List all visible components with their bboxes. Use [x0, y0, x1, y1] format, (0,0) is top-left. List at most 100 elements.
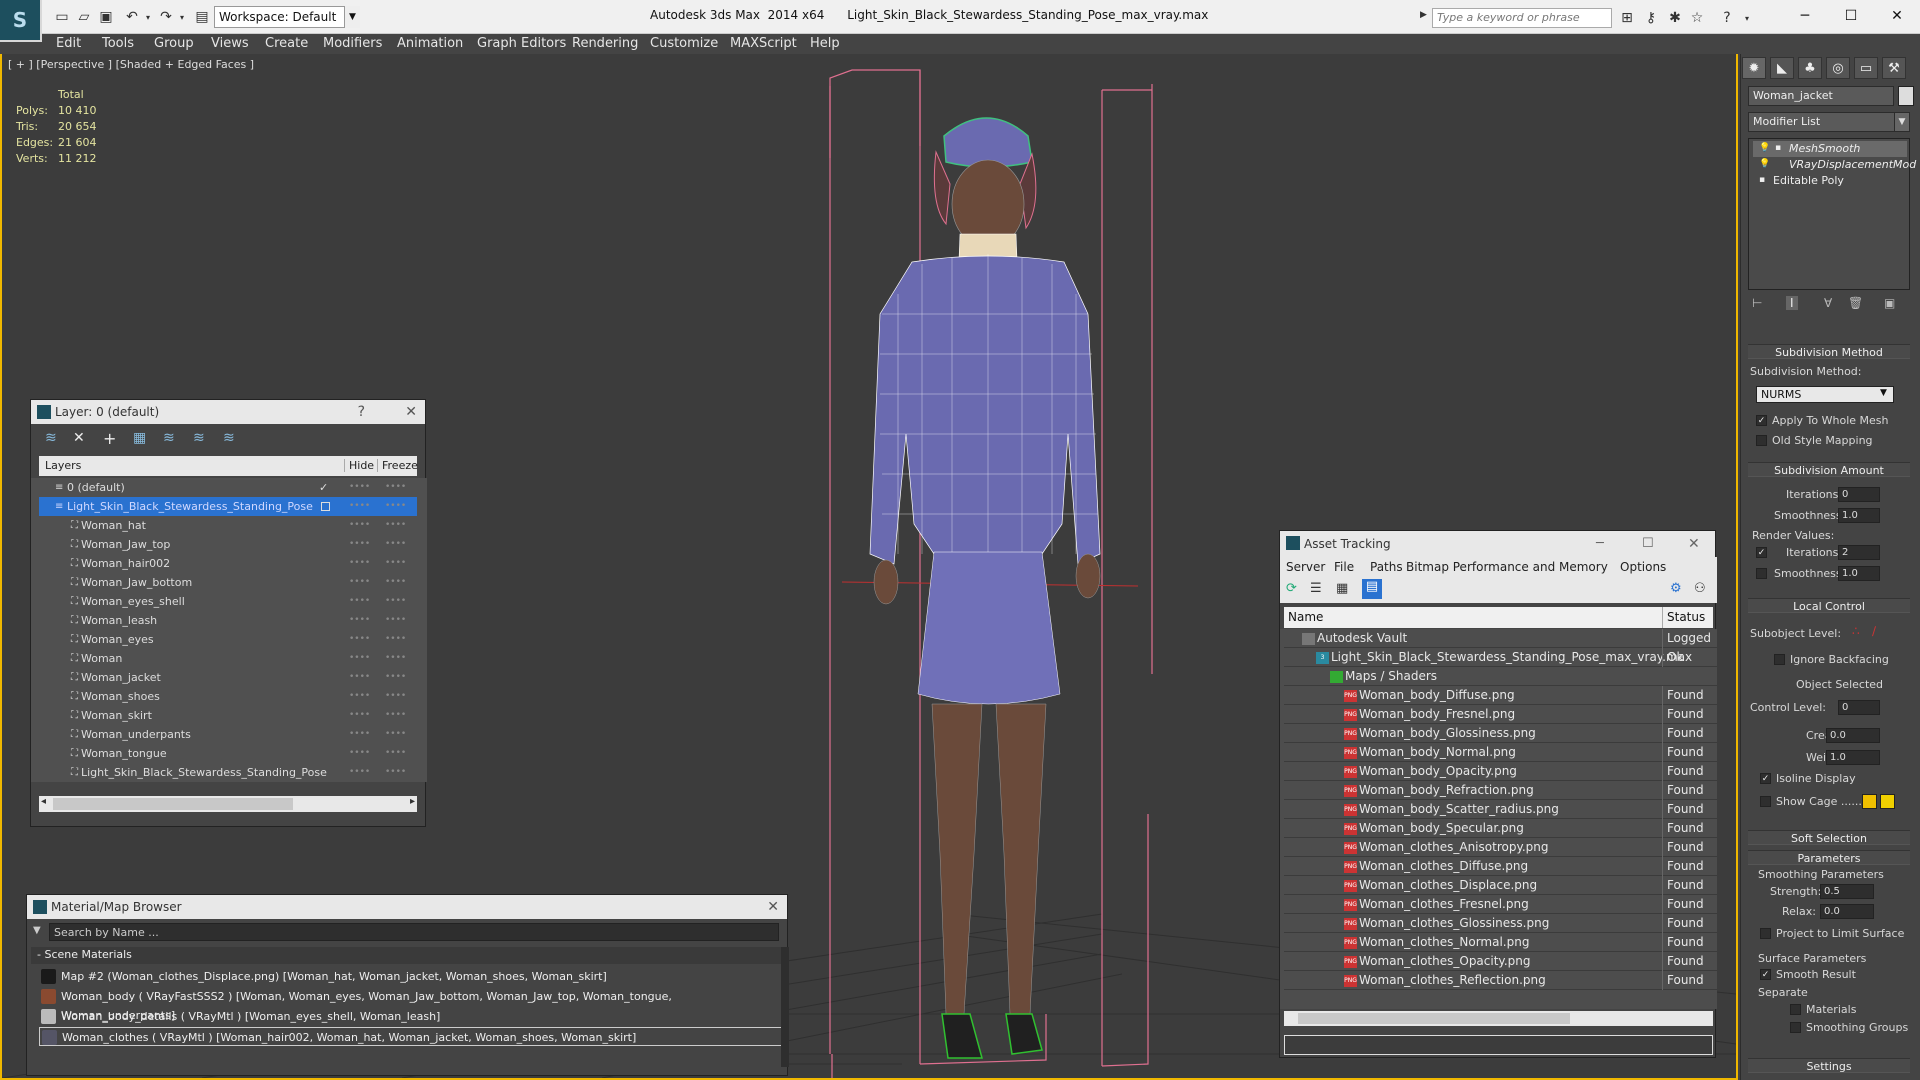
communication-icon[interactable]: ✱: [1666, 9, 1684, 27]
material-row[interactable]: Woman_body_details ( VRayMtl ) [Woman_ey…: [39, 1007, 787, 1026]
close-icon[interactable]: ✕: [1880, 4, 1914, 28]
hide-toggle[interactable]: ••••: [349, 725, 370, 744]
material-browser-titlebar[interactable]: Material/Map Browser ✕: [27, 895, 787, 919]
render-smoothness-spinner[interactable]: 1.0: [1838, 566, 1880, 581]
asset-row[interactable]: PNG Woman_body_Glossiness.png Found: [1284, 724, 1717, 743]
layer-row[interactable]: ≡ Light_Skin_Black_Stewardess_Standing_Po…: [39, 497, 417, 516]
column-status[interactable]: Status: [1662, 607, 1709, 628]
redo-dropdown-icon[interactable]: ▾: [172, 7, 192, 27]
add-to-layer-icon[interactable]: +: [103, 429, 116, 448]
freeze-toggle[interactable]: ••••: [385, 763, 406, 782]
asset-row[interactable]: PNG Woman_body_Opacity.png Found: [1284, 762, 1717, 781]
material-row[interactable]: Woman_body ( VRayFastSSS2 ) [Woman, Woma…: [39, 987, 787, 1022]
asset-row[interactable]: PNG Woman_clothes_Anisotropy.png Found: [1284, 838, 1717, 857]
browser-options-icon[interactable]: ▼: [33, 925, 41, 936]
menu-paths[interactable]: Paths: [1370, 560, 1403, 574]
hierarchy-tab-icon[interactable]: ♣: [1798, 57, 1822, 79]
hide-toggle[interactable]: ••••: [349, 497, 370, 516]
horizontal-scrollbar[interactable]: [1284, 1011, 1713, 1026]
column-name[interactable]: Name: [1288, 610, 1323, 624]
create-tab-icon[interactable]: ✹: [1742, 57, 1766, 79]
layer-row[interactable]: ≡ 0 (default) ✓ •••• ••••: [39, 478, 417, 497]
freeze-toggle[interactable]: ••••: [385, 706, 406, 725]
layer-row[interactable]: ⛶ Woman_Jaw_bottom •••• ••••: [39, 573, 417, 592]
local-control-rollout[interactable]: Local Control: [1748, 598, 1910, 613]
freeze-toggle[interactable]: ••••: [385, 725, 406, 744]
freeze-toggle[interactable]: ••••: [385, 649, 406, 668]
scene-materials-header[interactable]: - Scene Materials: [31, 947, 783, 964]
layer-row[interactable]: ⛶ Woman_tongue •••• ••••: [39, 744, 417, 763]
asset-tracking-titlebar[interactable]: Asset Tracking ─ ☐ ✕: [1280, 531, 1715, 557]
pin-stack-icon[interactable]: ⊢: [1752, 296, 1762, 310]
scroll-left-icon[interactable]: ◂: [41, 796, 46, 807]
freeze-toggle[interactable]: ••••: [385, 573, 406, 592]
object-name-field[interactable]: Woman_jacket: [1748, 86, 1894, 106]
configure-modifier-sets-icon[interactable]: ▣: [1884, 296, 1895, 310]
thumbnail-view-icon[interactable]: ▦: [1336, 581, 1348, 596]
materials-checkbox[interactable]: [1790, 1004, 1801, 1015]
menu-edit[interactable]: Edit: [56, 34, 81, 54]
hide-toggle[interactable]: ••••: [349, 649, 370, 668]
asset-row[interactable]: Autodesk Vault Logged O: [1284, 629, 1717, 667]
hide-toggle[interactable]: ••••: [349, 573, 370, 592]
layer-row[interactable]: ⛶ Woman_shoes •••• ••••: [39, 687, 417, 706]
asset-row[interactable]: Maps / Shaders: [1284, 667, 1717, 686]
apply-whole-mesh-checkbox[interactable]: ✓: [1756, 415, 1767, 426]
layer-panel-titlebar[interactable]: Layer: 0 (default) ? ✕: [31, 400, 425, 424]
menu-bitmap-performance[interactable]: Bitmap Performance and Memory: [1406, 560, 1608, 574]
scroll-right-icon[interactable]: ▸: [410, 796, 415, 807]
help-icon[interactable]: ?: [1718, 9, 1736, 27]
hide-toggle[interactable]: ••••: [349, 478, 370, 497]
hide-toggle[interactable]: ••••: [349, 630, 370, 649]
cage-color-swatch-2[interactable]: [1880, 794, 1895, 809]
strength-spinner[interactable]: 0.5: [1820, 884, 1874, 899]
layer-row[interactable]: ⛶ Woman_hair002 •••• ••••: [39, 554, 417, 573]
scroll-thumb[interactable]: [53, 798, 293, 810]
display-tab-icon[interactable]: ▭: [1854, 57, 1878, 79]
subdivision-amount-rollout[interactable]: Subdivision Amount: [1748, 462, 1910, 477]
menu-customize[interactable]: Customize: [650, 34, 718, 54]
open-file-icon[interactable]: ▱: [74, 7, 94, 27]
menu-views[interactable]: Views: [211, 34, 249, 54]
menu-help[interactable]: Help: [810, 34, 840, 54]
vertical-scrollbar[interactable]: [781, 947, 789, 1067]
hide-all-layers-icon[interactable]: ≋: [193, 430, 205, 446]
render-smoothness-checkbox[interactable]: [1756, 568, 1767, 579]
chevron-down-icon[interactable]: ▼: [344, 6, 360, 28]
freeze-toggle[interactable]: ••••: [385, 630, 406, 649]
stack-item-editable-poly[interactable]: Editable Poly: [1753, 173, 1907, 189]
create-layer-icon[interactable]: ≋: [45, 430, 57, 446]
select-in-layer-icon[interactable]: ▦: [133, 430, 146, 446]
layer-row[interactable]: ⛶ Woman_eyes •••• ••••: [39, 630, 417, 649]
maximize-icon[interactable]: ☐: [1642, 531, 1654, 557]
scroll-thumb[interactable]: [1298, 1013, 1570, 1024]
render-iterations-checkbox[interactable]: ✓: [1756, 547, 1767, 558]
utilities-tab-icon[interactable]: ⚒: [1882, 57, 1906, 79]
help-icon[interactable]: ⚙: [1670, 581, 1682, 596]
maximize-icon[interactable]: ☐: [1834, 4, 1868, 28]
relax-spinner[interactable]: 0.0: [1820, 904, 1874, 919]
chevron-down-icon[interactable]: ▼: [1894, 112, 1910, 132]
smoothing-groups-checkbox[interactable]: [1790, 1022, 1801, 1033]
set-current-layer-icon[interactable]: [321, 502, 330, 511]
smooth-result-checkbox[interactable]: ✓: [1760, 969, 1771, 980]
hide-toggle[interactable]: ••••: [349, 554, 370, 573]
column-layers[interactable]: Layers: [45, 459, 81, 472]
horizontal-scrollbar[interactable]: ◂ ▸: [39, 796, 417, 812]
close-icon[interactable]: ✕: [405, 400, 417, 424]
menu-options[interactable]: Options: [1620, 560, 1666, 574]
hide-toggle[interactable]: ••••: [349, 668, 370, 687]
menu-maxscript[interactable]: MAXScript: [730, 34, 797, 54]
new-file-icon[interactable]: ▭: [52, 7, 72, 27]
minimize-icon[interactable]: ─: [1788, 4, 1822, 28]
hide-toggle[interactable]: ••••: [349, 744, 370, 763]
search-expand-icon[interactable]: ▶: [1420, 10, 1427, 20]
delete-layer-icon[interactable]: ✕: [73, 430, 85, 446]
column-hide[interactable]: Hide: [344, 459, 374, 472]
hide-toggle[interactable]: ••••: [349, 763, 370, 782]
asset-row[interactable]: PNG Woman_clothes_Opacity.png Found: [1284, 952, 1717, 971]
asset-row[interactable]: PNG Woman_body_Refraction.png Found: [1284, 781, 1717, 800]
parameters-rollout[interactable]: Parameters: [1748, 850, 1910, 865]
list-view-icon[interactable]: ☰: [1310, 581, 1322, 596]
motion-tab-icon[interactable]: ◎: [1826, 57, 1850, 79]
